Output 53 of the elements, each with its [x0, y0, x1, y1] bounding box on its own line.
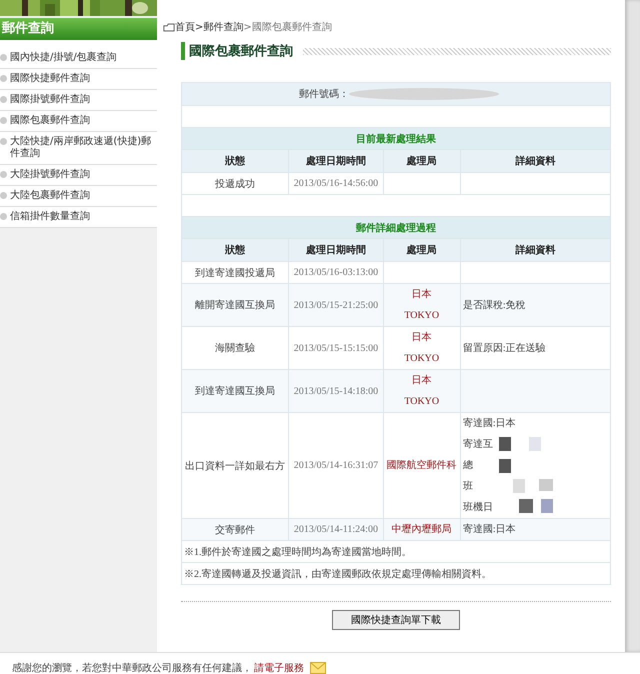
tracking-label: 郵件號碼： [299, 88, 349, 101]
table-cell: 離開寄達國互換局 [182, 284, 289, 326]
sidebar-item[interactable]: 大陸掛號郵件查詢 [0, 165, 157, 186]
office-text: 日本 [410, 330, 433, 345]
sidebar-item[interactable]: 國際包裹郵件查詢 [0, 111, 157, 132]
breadcrumb-link[interactable]: >郵件查詢 [195, 20, 244, 34]
sidebar-item[interactable]: 大陸快捷/兩岸郵政速遞(快捷)郵件查詢 [0, 132, 157, 165]
detail-text: 是否課稅:免稅 [462, 298, 527, 312]
section-title: 目前最新處理結果 [182, 128, 610, 150]
column-header: 詳細資料 [460, 238, 610, 262]
folder-icon [163, 22, 175, 32]
table-cell: 交寄郵件 [182, 518, 289, 540]
download-button[interactable]: 國際快捷查詢單下載 [332, 610, 460, 630]
sidebar-item[interactable]: 大陸包裹郵件查詢 [0, 186, 157, 207]
detail-text: 班機日 [462, 500, 494, 515]
sidebar-item[interactable]: 國內快捷/掛號/包裹查詢 [0, 48, 157, 69]
footer-text: 感謝您的瀏覽，若您對中華郵政公司服務有任何建議， [12, 662, 252, 674]
office-text: TOKYO [403, 309, 440, 323]
breadcrumb-link[interactable]: 首頁 [175, 20, 195, 34]
office-text: TOKYO [403, 395, 440, 409]
column-header: 詳細資料 [460, 150, 610, 172]
table-cell: 2013/05/15-14:18:00 [288, 370, 384, 412]
detail-text: 寄達國:日本 [462, 416, 517, 431]
envelope-icon [310, 662, 326, 674]
column-header: 處理日期時間 [288, 238, 384, 262]
office-text: TOKYO [403, 352, 440, 366]
column-header: 處理局 [383, 238, 460, 262]
office-text: 日本 [410, 374, 433, 388]
detail-text: 班 [462, 480, 474, 494]
column-header: 處理日期時間 [288, 150, 384, 172]
section-title: 郵件詳細處理過程 [182, 216, 610, 238]
office-text: 國際航空郵件科 [386, 458, 458, 473]
detail-text: 留置原因:正在送驗 [462, 342, 547, 356]
column-header: 狀態 [182, 238, 289, 262]
column-header: 處理局 [383, 150, 460, 172]
sidebar-item[interactable]: 國際掛號郵件查詢 [0, 90, 157, 111]
detail-text: 寄達互 [462, 438, 494, 452]
feedback-link[interactable]: 請電子服務 [254, 661, 304, 674]
sidebar-item[interactable]: 信箱掛件數量查詢 [0, 207, 157, 228]
sidebar-item[interactable]: 國際快捷郵件查詢 [0, 69, 157, 90]
table-cell: 2013/05/15-21:25:00 [288, 284, 384, 326]
office-text: 中壢內壢郵局 [390, 522, 453, 537]
footnote: ※2.寄達國轉遞及投遞資訊，由寄達國郵政依規定處理傳輸相關資料。 [182, 562, 610, 584]
breadcrumb-link[interactable]: >國際包裹郵件查詢 [243, 20, 332, 34]
page-title: 國際包裹郵件查詢 [181, 42, 293, 60]
sidebar-title: 郵件查詢 [0, 18, 157, 40]
table-cell: 2013/05/14-11:24:00 [288, 518, 384, 540]
detail-text: 寄達國:日本 [462, 522, 517, 537]
detail-text: 總 [462, 459, 474, 473]
column-header: 狀態 [182, 150, 289, 172]
office-text: 日本 [410, 288, 433, 302]
footnote: ※1.郵件於寄達國之處理時間均為寄達國當地時間。 [182, 540, 610, 562]
table-cell: 到達寄達國互換局 [182, 370, 289, 412]
